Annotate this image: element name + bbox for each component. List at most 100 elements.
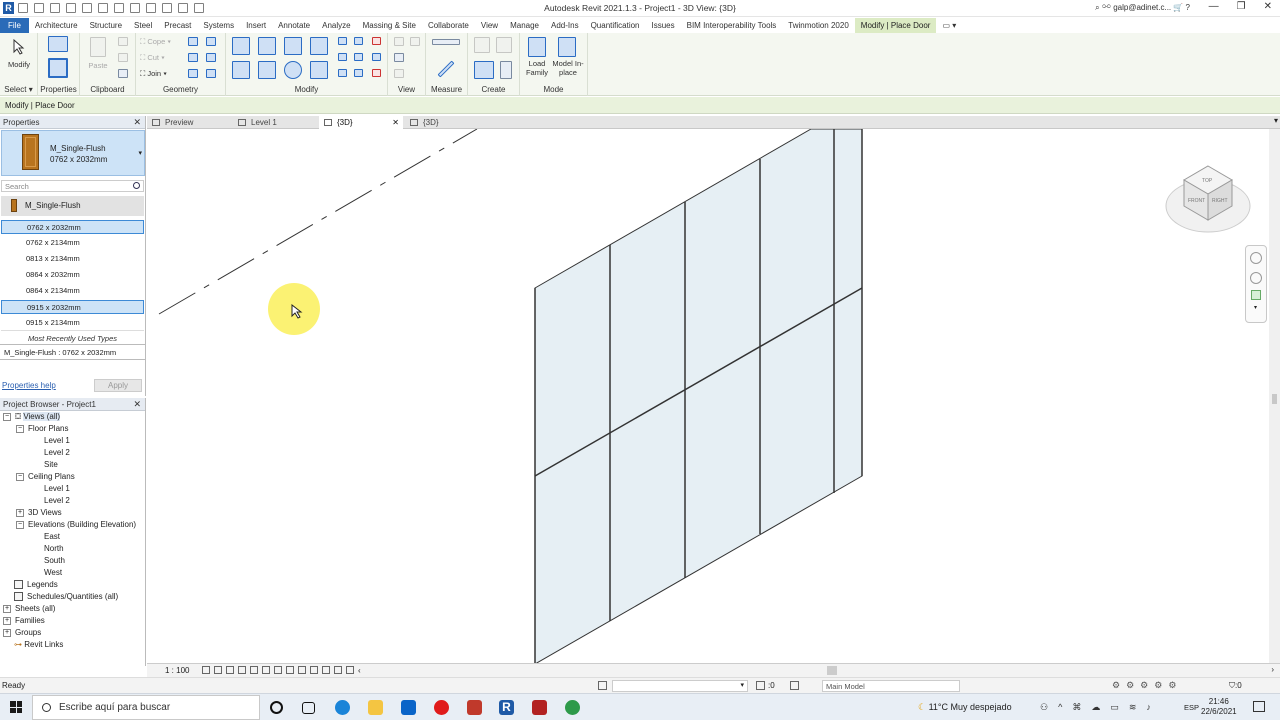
- collapse-icon[interactable]: −: [16, 424, 24, 433]
- user-account[interactable]: ⌕ ⚯ galp@adinet.c... 🛒 ?: [1095, 3, 1190, 13]
- tree-fp-level-1[interactable]: Level 1: [44, 436, 70, 445]
- viewcube-top[interactable]: TOP: [1202, 178, 1213, 184]
- create-parts-icon[interactable]: [496, 37, 512, 53]
- drag-elements-icon[interactable]: ⚙: [1168, 680, 1176, 691]
- tab-architecture[interactable]: Architecture: [29, 18, 84, 33]
- tab-file[interactable]: File: [0, 18, 29, 33]
- lock-view-icon[interactable]: [286, 666, 294, 674]
- create-group-icon[interactable]: [474, 61, 494, 79]
- rotate-icon[interactable]: [284, 61, 302, 79]
- close-icon[interactable]: ✕: [133, 398, 141, 411]
- close-icon[interactable]: ✕: [1264, 1, 1272, 12]
- tree-elevations[interactable]: − Elevations (Building Elevation): [16, 520, 136, 529]
- measure-between-icon[interactable]: [432, 39, 460, 45]
- tab-modify-place-door[interactable]: Modify | Place Door: [854, 18, 937, 33]
- visual-style-icon[interactable]: [214, 666, 222, 674]
- type-selector[interactable]: M_Single-Flush 0762 x 2032mm ▾: [1, 130, 145, 176]
- restore-icon[interactable]: ❐: [1237, 1, 1246, 12]
- pick-icon[interactable]: [206, 69, 216, 78]
- close-tab-icon[interactable]: ✕: [392, 116, 399, 129]
- tree-south[interactable]: South: [44, 556, 65, 565]
- design-options-icon[interactable]: [790, 681, 799, 690]
- remove-paint-icon[interactable]: [188, 69, 198, 78]
- tree-ceiling-plans[interactable]: − Ceiling Plans: [16, 472, 75, 481]
- unpin-icon[interactable]: [372, 53, 381, 61]
- sun-path-icon[interactable]: [226, 666, 234, 674]
- type-item[interactable]: 0915 x 2032mm: [1, 300, 144, 314]
- type-item[interactable]: 0864 x 2134mm: [1, 284, 144, 298]
- task-view-icon[interactable]: [302, 702, 315, 714]
- split-gap-icon[interactable]: [354, 69, 363, 77]
- tree-schedules[interactable]: Schedules/Quantities (all): [14, 592, 118, 602]
- notifications-icon[interactable]: [1253, 701, 1265, 712]
- tab-analyze[interactable]: Analyze: [316, 18, 356, 33]
- tab-3d-active[interactable]: {3D} ✕: [319, 116, 403, 129]
- offset-icon[interactable]: [258, 37, 276, 55]
- tab-massing-site[interactable]: Massing & Site: [357, 18, 422, 33]
- crop-view-icon[interactable]: [262, 666, 270, 674]
- match-type-icon[interactable]: [118, 69, 128, 78]
- properties-help-link[interactable]: Properties help: [2, 381, 56, 390]
- crop-region-icon[interactable]: [274, 666, 282, 674]
- close-icon[interactable]: ✕: [133, 116, 141, 129]
- opera-icon[interactable]: [434, 700, 449, 715]
- split-icon[interactable]: [338, 37, 347, 45]
- pdf-app-icon[interactable]: [532, 700, 547, 715]
- type-item[interactable]: 0915 x 2134mm: [1, 316, 144, 330]
- full-navigation-wheel-icon[interactable]: [1250, 272, 1262, 284]
- tray-overflow-icon[interactable]: ^: [1058, 702, 1062, 713]
- wall-joins-icon[interactable]: [188, 37, 198, 46]
- tree-fp-site[interactable]: Site: [44, 460, 58, 469]
- demolish-icon[interactable]: [206, 53, 216, 62]
- collapse-icon[interactable]: −: [16, 472, 24, 481]
- viewcube-front[interactable]: FRONT: [1188, 198, 1205, 204]
- modify-button[interactable]: Modify: [0, 60, 38, 69]
- copy-icon[interactable]: [118, 53, 128, 62]
- model-inplace-button[interactable]: Model In-place: [552, 59, 584, 77]
- select-underlay-icon[interactable]: ⚙: [1126, 680, 1134, 691]
- tab-level-1[interactable]: Level 1: [233, 116, 317, 129]
- tab-annotate[interactable]: Annotate: [272, 18, 316, 33]
- cut-geometry-button[interactable]: ⛶ Cut ▾: [140, 53, 180, 62]
- zoom-region-icon[interactable]: [1251, 290, 1261, 300]
- select-links-icon[interactable]: ⚙: [1112, 680, 1120, 691]
- green-app-icon[interactable]: [565, 700, 580, 715]
- editable-only-icon[interactable]: [756, 681, 765, 690]
- design-option-combo[interactable]: Main Model: [822, 680, 960, 692]
- dimension-icon[interactable]: [437, 60, 455, 78]
- paste-button[interactable]: Paste: [86, 61, 110, 70]
- expand-icon[interactable]: +: [3, 604, 11, 613]
- delete-x-icon[interactable]: [372, 69, 381, 77]
- chevron-down-icon[interactable]: ▾: [138, 149, 142, 157]
- tree-east[interactable]: East: [44, 532, 60, 541]
- move-icon[interactable]: [232, 61, 250, 79]
- type-item[interactable]: 0864 x 2032mm: [1, 268, 144, 282]
- modify-cursor-icon[interactable]: [12, 38, 26, 55]
- chevron-left-icon[interactable]: ‹: [358, 666, 361, 675]
- model-inplace-icon[interactable]: [558, 37, 576, 57]
- revit-taskbar-icon[interactable]: R: [499, 700, 514, 715]
- workset-combo[interactable]: ▾: [612, 680, 748, 692]
- tab-preview[interactable]: Preview: [147, 116, 231, 129]
- trim-icon[interactable]: [310, 61, 328, 79]
- load-family-icon[interactable]: [528, 37, 546, 57]
- isolate-icon[interactable]: [394, 69, 404, 78]
- language-indicator[interactable]: ESP: [1184, 703, 1199, 712]
- type-properties-icon[interactable]: [48, 36, 68, 52]
- hide-icon[interactable]: [394, 37, 404, 46]
- tab-precast[interactable]: Precast: [158, 18, 197, 33]
- vertical-scrollbar[interactable]: [1269, 129, 1280, 663]
- edge-icon[interactable]: [335, 700, 350, 715]
- linework-icon[interactable]: [394, 53, 404, 62]
- type-item[interactable]: 0762 x 2032mm: [1, 220, 144, 234]
- join-button[interactable]: ⛶ Join ▾: [140, 69, 180, 78]
- collapse-icon[interactable]: −: [16, 520, 24, 529]
- steering-wheel-icon[interactable]: [1250, 252, 1262, 264]
- tab-add-ins[interactable]: Add-Ins: [545, 18, 585, 33]
- tab-twinmotion[interactable]: Twinmotion 2020: [782, 18, 854, 33]
- tree-fp-level-2[interactable]: Level 2: [44, 448, 70, 457]
- chevron-right-icon[interactable]: ›: [1271, 665, 1274, 674]
- analytical-model-icon[interactable]: [334, 666, 342, 674]
- zoom-dropdown-icon[interactable]: ▾: [1254, 304, 1257, 311]
- network-icon[interactable]: ⌘: [1072, 702, 1081, 713]
